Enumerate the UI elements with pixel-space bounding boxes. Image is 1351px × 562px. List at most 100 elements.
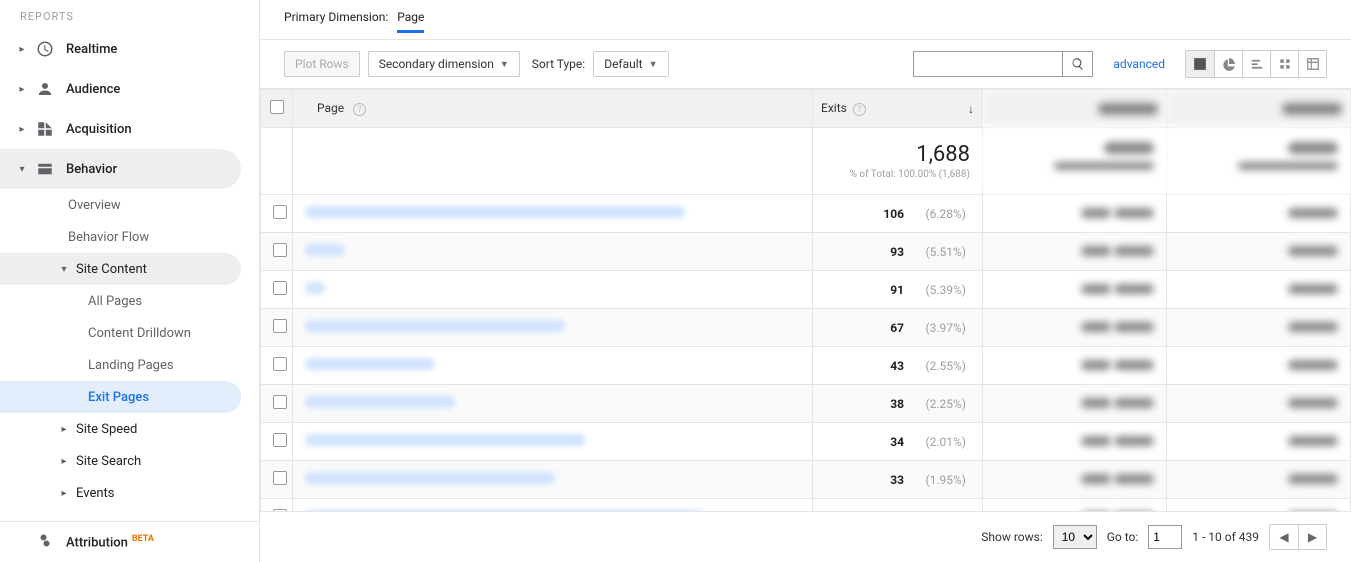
column-header-blurred: [983, 90, 1167, 128]
view-comparison-icon[interactable]: [1270, 51, 1298, 77]
chevron-right-icon: ▸: [56, 424, 72, 435]
blurred-cell: [983, 309, 1167, 347]
nav-behavior[interactable]: ▾ Behavior: [0, 149, 241, 189]
page-cell[interactable]: [293, 309, 813, 347]
table-row: 38(2.25%): [261, 385, 1351, 423]
search-icon: [1071, 57, 1085, 71]
search-input[interactable]: [913, 51, 1063, 77]
exits-cell: 33(1.95%): [813, 461, 983, 499]
page-cell[interactable]: [293, 461, 813, 499]
row-checkbox[interactable]: [273, 395, 287, 409]
nav-events[interactable]: ▸ Events: [0, 477, 241, 509]
exits-cell: 106(6.28%): [813, 195, 983, 233]
view-pivot-icon[interactable]: [1298, 51, 1326, 77]
chevron-right-icon: ▸: [56, 488, 72, 499]
blurred-cell: [1167, 233, 1351, 271]
nav-content-drilldown[interactable]: Content Drilldown: [0, 317, 241, 349]
blurred-cell: [983, 499, 1167, 512]
show-rows-select[interactable]: 10: [1053, 525, 1097, 549]
clock-icon: [36, 40, 54, 58]
table-toolbar: Plot Rows Secondary dimension▼ Sort Type…: [260, 40, 1351, 89]
view-pie-icon[interactable]: [1214, 51, 1242, 77]
nav-label: Behavior: [66, 162, 117, 177]
row-checkbox[interactable]: [273, 243, 287, 257]
nav-label: Landing Pages: [88, 358, 174, 373]
page-cell[interactable]: [293, 195, 813, 233]
chevron-down-icon: ▾: [14, 164, 30, 175]
view-bar-icon[interactable]: [1242, 51, 1270, 77]
chevron-down-icon: ▼: [500, 59, 509, 70]
blurred-text: [305, 320, 565, 332]
nav-label: Site Speed: [76, 422, 137, 437]
page-cell[interactable]: [293, 271, 813, 309]
prev-page-button[interactable]: ◀: [1270, 525, 1298, 549]
data-table: Page ? Exits? ↓: [260, 89, 1351, 511]
nav-label: Exit Pages: [88, 390, 149, 405]
table-row: 34(2.01%): [261, 423, 1351, 461]
nav-realtime[interactable]: ▸ Realtime: [0, 29, 241, 69]
paginator: Show rows: 10 Go to: 1 - 10 of 439 ◀ ▶: [260, 511, 1351, 562]
row-checkbox[interactable]: [273, 471, 287, 485]
nav-label: Content Drilldown: [88, 326, 191, 341]
column-header-page[interactable]: Page ?: [293, 90, 813, 128]
exits-cell: 38(2.25%): [813, 385, 983, 423]
nav-site-speed[interactable]: ▸ Site Speed: [0, 413, 241, 445]
nav-exit-pages[interactable]: Exit Pages: [0, 381, 241, 413]
row-checkbox[interactable]: [273, 357, 287, 371]
page-cell[interactable]: [293, 499, 813, 512]
column-header-exits[interactable]: Exits? ↓: [813, 90, 983, 128]
beta-badge: BETA: [132, 534, 154, 544]
nav-label: Behavior Flow: [68, 230, 149, 245]
row-checkbox[interactable]: [273, 319, 287, 333]
row-checkbox[interactable]: [273, 205, 287, 219]
nav-audience[interactable]: ▸ Audience: [0, 69, 241, 109]
nav-label: Events: [76, 486, 114, 501]
nav-site-content[interactable]: ▾ Site Content: [0, 253, 241, 285]
exits-cell: 67(3.97%): [813, 309, 983, 347]
table-row: 93(5.51%): [261, 233, 1351, 271]
blurred-cell: [1167, 309, 1351, 347]
person-icon: [36, 80, 54, 98]
view-data-table-icon[interactable]: [1186, 51, 1214, 77]
nav-landing-pages[interactable]: Landing Pages: [0, 349, 241, 381]
page-cell[interactable]: [293, 385, 813, 423]
nav-all-pages[interactable]: All Pages: [0, 285, 241, 317]
checkbox-icon[interactable]: [270, 100, 284, 114]
secondary-dimension-dropdown[interactable]: Secondary dimension▼: [368, 51, 520, 77]
page-range: 1 - 10 of 439: [1192, 530, 1259, 544]
nav-acquisition[interactable]: ▸ Acquisition: [0, 109, 241, 149]
search-button[interactable]: [1063, 51, 1093, 77]
goto-input[interactable]: [1148, 525, 1182, 549]
page-cell[interactable]: [293, 233, 813, 271]
table-row: 67(3.97%): [261, 309, 1351, 347]
nav-attribution[interactable]: AttributionBETA: [0, 522, 241, 562]
help-icon[interactable]: ?: [353, 103, 366, 116]
chevron-right-icon: ▸: [56, 456, 72, 467]
page-cell[interactable]: [293, 347, 813, 385]
row-checkbox[interactable]: [273, 281, 287, 295]
help-icon[interactable]: ?: [853, 103, 866, 116]
exits-cell: 91(5.39%): [813, 271, 983, 309]
row-checkbox[interactable]: [273, 433, 287, 447]
page-cell[interactable]: [293, 423, 813, 461]
plot-rows-button: Plot Rows: [284, 51, 360, 77]
nav-site-search[interactable]: ▸Site Search: [0, 445, 241, 477]
nav-label: Realtime: [66, 42, 117, 57]
exits-cell: 43(2.55%): [813, 347, 983, 385]
blurred-text: [305, 472, 555, 484]
advanced-link[interactable]: advanced: [1113, 57, 1165, 71]
blurred-cell: [1167, 461, 1351, 499]
nav-label: All Pages: [88, 294, 142, 309]
primary-dimension-value[interactable]: Page: [397, 10, 424, 33]
blurred-cell: [983, 195, 1167, 233]
chevron-right-icon: ▸: [14, 44, 30, 55]
next-page-button[interactable]: ▶: [1298, 525, 1326, 549]
sort-type-dropdown[interactable]: Default▼: [593, 51, 668, 77]
exits-cell: 34(2.01%): [813, 423, 983, 461]
nav-behavior-overview[interactable]: Overview: [0, 189, 241, 221]
select-all-header[interactable]: [261, 90, 293, 128]
nav-behavior-flow[interactable]: Behavior Flow: [0, 221, 241, 253]
view-toggle-group: [1185, 50, 1327, 78]
table-row: 91(5.39%): [261, 271, 1351, 309]
table-row: 106(6.28%): [261, 195, 1351, 233]
